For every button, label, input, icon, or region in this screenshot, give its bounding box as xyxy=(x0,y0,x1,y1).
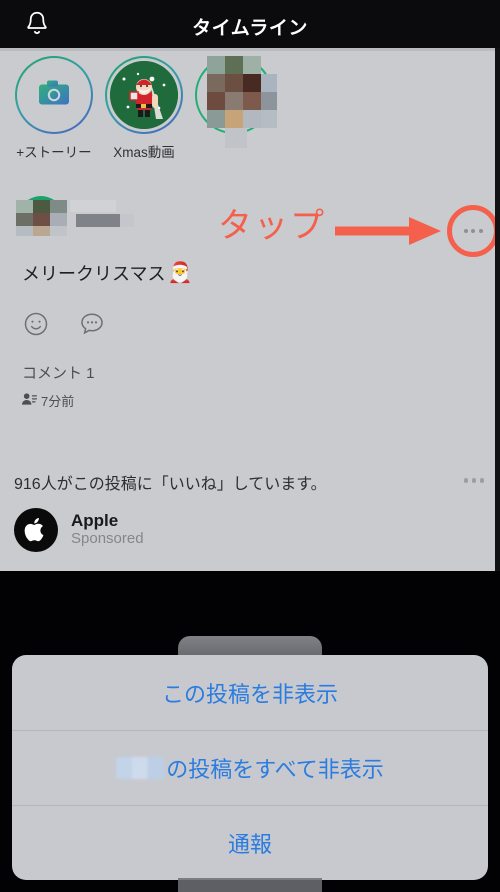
censored-username xyxy=(116,756,165,779)
story-add-story[interactable]: +ストーリー xyxy=(6,56,102,161)
likes-row: 916人がこの投稿に「いいね」しています。 xyxy=(0,470,500,506)
action-hide-all-posts[interactable]: の投稿をすべて非表示 xyxy=(12,730,488,805)
action-hide-all-posts-text: の投稿をすべて非表示 xyxy=(166,756,384,782)
post-body-text: メリークリスマス xyxy=(22,264,166,284)
action-report[interactable]: 通報 xyxy=(12,805,488,880)
post-author-censored xyxy=(8,194,143,241)
story-label: Xmas動画 xyxy=(113,145,175,160)
sponsor-name: Apple xyxy=(71,510,119,530)
action-hide-all-posts-label: の投稿をすべて非表示 xyxy=(116,752,384,784)
comment-bubble-icon[interactable] xyxy=(78,310,106,343)
action-sheet: この投稿を非表示 の投稿をすべて非表示 通報 xyxy=(12,655,488,880)
stories-tray: +ストーリー Xmas動画 xyxy=(0,56,500,174)
santa-avatar xyxy=(110,61,178,129)
story-xmas[interactable]: Xmas動画 xyxy=(96,56,192,161)
dot xyxy=(471,478,476,483)
sponsored-text: Apple Sponsored xyxy=(71,511,144,549)
page-title: タイムライン xyxy=(192,18,308,39)
dot xyxy=(478,229,483,233)
post-timestamp: 7分前 xyxy=(41,394,75,409)
post-reactions xyxy=(22,310,106,343)
story-ring xyxy=(195,56,277,148)
action-report-label: 通報 xyxy=(227,831,272,857)
audience-icon xyxy=(22,392,37,409)
censored-avatar xyxy=(193,52,285,157)
arrow-right-icon xyxy=(335,214,443,253)
dot xyxy=(479,478,484,483)
story-censored[interactable] xyxy=(186,56,282,148)
likes-text[interactable]: 916人がこの投稿に「いいね」しています。 xyxy=(14,470,327,494)
apple-logo-icon xyxy=(14,508,58,552)
post-meta: 7分前 xyxy=(22,391,74,410)
sheet-bottom-card xyxy=(178,878,322,892)
dot xyxy=(463,229,468,233)
header-divider xyxy=(0,48,500,51)
post-body: メリークリスマス 🎅 xyxy=(22,260,192,286)
action-hide-post-label: この投稿を非表示 xyxy=(161,681,338,707)
post-more-options-button[interactable] xyxy=(447,205,499,257)
app-header: タイムライン xyxy=(0,0,500,48)
story-label: +ストーリー xyxy=(16,145,92,160)
story-ring xyxy=(15,56,93,134)
santa-emoji-icon: 🎅 xyxy=(167,262,193,284)
smiley-face-icon[interactable] xyxy=(22,310,50,343)
phone-screen: タイムライン +ストーリー Xmas動画 メリークリスマス 🎅 コメント 1 7… xyxy=(0,0,500,892)
likes-more-options-icon[interactable] xyxy=(463,478,484,483)
dot xyxy=(471,229,475,233)
sponsor-subtitle: Sponsored xyxy=(71,530,144,548)
action-hide-post[interactable]: この投稿を非表示 xyxy=(12,655,488,730)
story-ring xyxy=(105,56,183,134)
sponsored-ad[interactable]: Apple Sponsored xyxy=(14,508,144,552)
dot xyxy=(463,478,468,483)
annotation-label: タップ xyxy=(218,207,326,245)
comment-count-label[interactable]: コメント 1 xyxy=(22,362,95,383)
camera-icon xyxy=(37,78,71,113)
